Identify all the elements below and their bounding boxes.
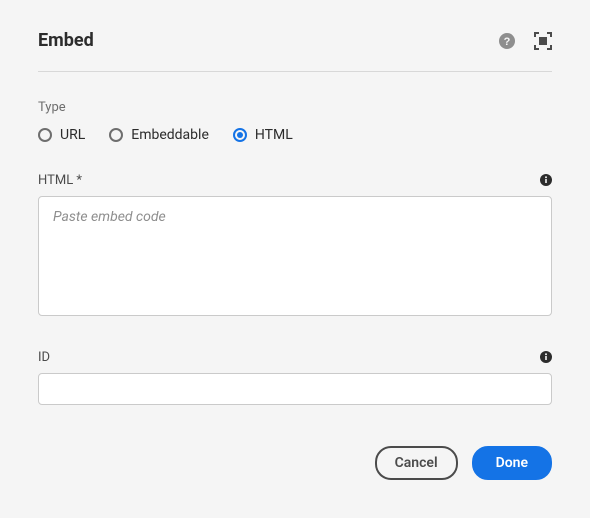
info-icon[interactable]	[540, 348, 552, 367]
info-icon[interactable]	[540, 171, 552, 190]
radio-label: URL	[60, 127, 85, 143]
dialog-title: Embed	[38, 30, 94, 51]
radio-icon	[38, 128, 52, 142]
type-radio-url[interactable]: URL	[38, 127, 85, 143]
id-field-label-row: ID	[38, 348, 552, 367]
done-button[interactable]: Done	[472, 446, 552, 480]
svg-text:?: ?	[504, 36, 511, 48]
html-field-label: HTML *	[38, 173, 82, 188]
id-input[interactable]	[38, 373, 552, 405]
help-icon[interactable]: ?	[498, 32, 516, 50]
id-field-label: ID	[38, 350, 50, 365]
dialog-footer: Cancel Done	[375, 446, 552, 480]
dialog-header: Embed ?	[38, 30, 552, 72]
header-actions: ?	[498, 32, 552, 50]
html-textarea[interactable]	[38, 196, 552, 316]
cancel-button[interactable]: Cancel	[375, 446, 458, 480]
type-radio-group: URL Embeddable HTML	[38, 127, 552, 143]
html-field-label-row: HTML *	[38, 171, 552, 190]
radio-label: HTML	[255, 127, 293, 143]
radio-icon	[109, 128, 123, 142]
fullscreen-icon[interactable]	[534, 32, 552, 50]
radio-icon	[233, 128, 247, 142]
type-radio-html[interactable]: HTML	[233, 127, 293, 143]
type-section-label: Type	[38, 100, 552, 115]
type-radio-embeddable[interactable]: Embeddable	[109, 127, 209, 143]
radio-label: Embeddable	[131, 127, 209, 143]
